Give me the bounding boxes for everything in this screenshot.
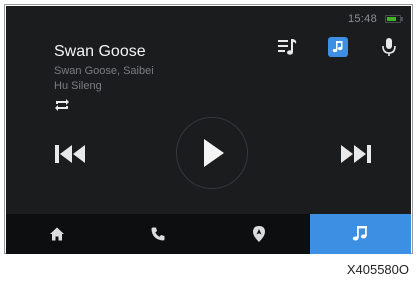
media-screen: 15:48 Swan Goose Swan Goose, Saibei Hu S… <box>6 6 411 214</box>
clock: 15:48 <box>347 13 377 25</box>
playlist-icon[interactable] <box>276 36 298 58</box>
skip-previous-icon[interactable] <box>52 143 92 165</box>
track-artist-2: Hu Sileng <box>54 80 102 92</box>
repeat-icon[interactable] <box>54 98 70 112</box>
nav-navigation[interactable] <box>209 214 310 254</box>
skip-next-icon[interactable] <box>334 143 374 165</box>
track-title: Swan Goose <box>54 43 146 60</box>
nav-phone[interactable] <box>107 214 208 254</box>
phone-icon <box>151 227 165 241</box>
navigation-icon <box>253 226 266 242</box>
status-bar: 15:48 <box>347 13 403 25</box>
battery-icon <box>385 15 403 23</box>
music-icon <box>353 226 368 241</box>
nav-music[interactable] <box>309 214 411 254</box>
music-source-icon[interactable] <box>328 37 348 57</box>
figure-code: X405580O <box>346 262 409 277</box>
track-artist: Swan Goose, Saibei <box>54 65 154 77</box>
microphone-icon[interactable] <box>378 36 400 58</box>
play-button[interactable] <box>176 117 248 189</box>
nav-home[interactable] <box>6 214 107 254</box>
play-icon <box>204 139 224 167</box>
bottom-navigation <box>6 214 411 254</box>
home-icon <box>49 227 64 241</box>
